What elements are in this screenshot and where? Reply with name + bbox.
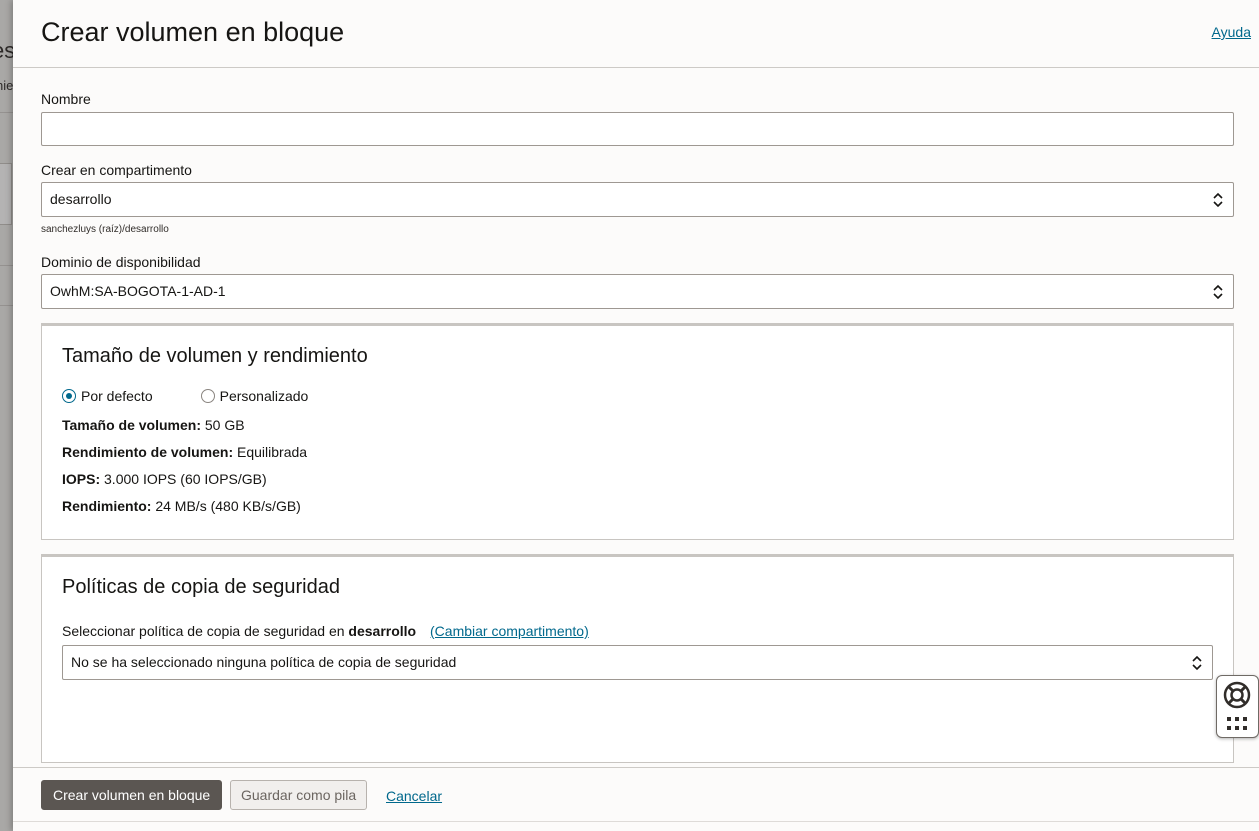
bottom-strip xyxy=(13,821,1259,831)
throughput-row: Rendimiento: 24 MB/s (480 KB/s/GB) xyxy=(62,498,301,514)
radio-default[interactable]: Por defecto xyxy=(62,388,153,404)
iops-value: 3.000 IOPS (60 IOPS/GB) xyxy=(104,471,267,487)
page-title: Crear volumen en bloque xyxy=(41,17,345,47)
chevron-up-down-icon xyxy=(1192,655,1202,671)
compartment-label: Crear en compartimento xyxy=(41,162,192,178)
availability-domain-value: OwhM:SA-BOGOTA-1-AD-1 xyxy=(50,283,226,299)
compartment-value: desarrollo xyxy=(50,191,112,207)
section-title: Políticas de copia de seguridad xyxy=(62,576,340,598)
volume-performance-value: Equilibrada xyxy=(237,444,308,460)
floating-toolbar xyxy=(1216,675,1259,738)
chevron-up-down-icon xyxy=(1213,284,1223,300)
availability-domain-select[interactable]: OwhM:SA-BOGOTA-1-AD-1 xyxy=(41,274,1234,309)
radio-custom[interactable]: Personalizado xyxy=(200,388,309,404)
panel-footer: Crear volumen en bloque Guardar como pil… xyxy=(13,767,1259,821)
name-label: Nombre xyxy=(41,91,91,107)
volume-performance-label: Rendimiento de volumen: xyxy=(62,444,234,460)
panel-body[interactable]: Nombre Crear en compartimento desarrollo… xyxy=(13,68,1259,767)
backup-policy-select[interactable]: No se ha seleccionado ninguna política d… xyxy=(62,645,1213,680)
backup-policy-label-row: Seleccionar política de copia de segurid… xyxy=(62,623,589,639)
panel-header: Crear volumen en bloque Ayuda xyxy=(13,0,1259,68)
backup-compartment-name: desarrollo xyxy=(348,623,417,639)
backup-policies-section: Políticas de copia de seguridad Seleccio… xyxy=(41,554,1234,763)
volume-size-label: Tamaño de volumen: xyxy=(62,417,201,433)
modal-overlay[interactable] xyxy=(0,0,13,831)
lifebuoy-icon[interactable] xyxy=(1222,680,1252,710)
throughput-value: 24 MB/s (480 KB/s/GB) xyxy=(155,498,301,514)
create-block-volume-panel: Crear volumen en bloque Ayuda Nombre Cre… xyxy=(13,0,1259,831)
availability-domain-label: Dominio de disponibilidad xyxy=(41,254,201,270)
radio-default-label: Por defecto xyxy=(81,388,153,404)
chevron-up-down-icon xyxy=(1213,192,1223,208)
help-link[interactable]: Ayuda xyxy=(1212,24,1251,40)
size-mode-radio-group: Por defecto Personalizado xyxy=(62,388,356,404)
radio-selected-indicator[interactable] xyxy=(62,389,76,403)
iops-label: IOPS: xyxy=(62,471,101,487)
name-input[interactable] xyxy=(41,112,1234,146)
iops-row: IOPS: 3.000 IOPS (60 IOPS/GB) xyxy=(62,471,267,487)
save-as-stack-button[interactable]: Guardar como pila xyxy=(230,780,368,810)
create-block-volume-button[interactable]: Crear volumen en bloque xyxy=(41,780,223,810)
throughput-label: Rendimiento: xyxy=(62,498,152,514)
volume-size-value: 50 GB xyxy=(204,417,245,433)
grid-icon[interactable] xyxy=(1226,716,1248,732)
cancel-link[interactable]: Cancelar xyxy=(386,788,442,804)
backup-policy-value: No se ha seleccionado ninguna política d… xyxy=(71,654,457,670)
section-title: Tamaño de volumen y rendimiento xyxy=(62,345,368,367)
compartment-select[interactable]: desarrollo xyxy=(41,182,1234,217)
volume-size-row: Tamaño de volumen: 50 GB xyxy=(62,417,245,433)
volume-performance-section: Tamaño de volumen y rendimiento Por defe… xyxy=(41,323,1234,540)
radio-unselected-indicator[interactable] xyxy=(200,389,215,403)
change-compartment-link[interactable]: (Cambiar compartimento) xyxy=(430,623,589,639)
radio-custom-label: Personalizado xyxy=(219,388,309,404)
backup-policy-label: Seleccionar política de copia de segurid… xyxy=(62,623,345,639)
volume-performance-row: Rendimiento de volumen: Equilibrada xyxy=(62,444,307,460)
compartment-path: sanchezluys (raíz)/desarrollo xyxy=(41,224,169,235)
